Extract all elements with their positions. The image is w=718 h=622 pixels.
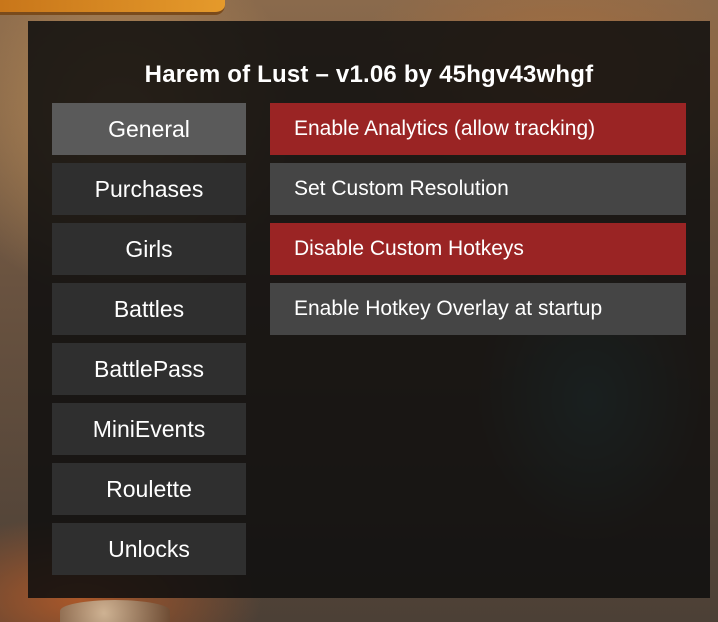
tab-girls[interactable]: Girls — [52, 223, 246, 275]
menu-title: Harem of Lust – v1.06 by 45hgv43whgf — [144, 61, 594, 88]
tab-minievents[interactable]: MiniEvents — [52, 403, 246, 455]
set-custom-resolution-button[interactable]: Set Custom Resolution — [270, 163, 686, 215]
enable-hotkey-overlay-button[interactable]: Enable Hotkey Overlay at startup — [270, 283, 686, 335]
tab-battlepass[interactable]: BattlePass — [52, 343, 246, 395]
tab-general[interactable]: General — [52, 103, 246, 155]
disable-custom-hotkeys-button[interactable]: Disable Custom Hotkeys — [270, 223, 686, 275]
category-tabs: General Purchases Girls Battles BattlePa… — [52, 103, 246, 583]
background-game-banner — [0, 0, 225, 15]
tab-battles[interactable]: Battles — [52, 283, 246, 335]
tab-unlocks[interactable]: Unlocks — [52, 523, 246, 575]
tab-purchases[interactable]: Purchases — [52, 163, 246, 215]
background-game-object — [60, 600, 170, 622]
enable-analytics-button[interactable]: Enable Analytics (allow tracking) — [270, 103, 686, 155]
mod-menu-panel: Harem of Lust – v1.06 by 45hgv43whgf Gen… — [28, 21, 710, 598]
general-options: Enable Analytics (allow tracking) Set Cu… — [270, 103, 686, 343]
tab-roulette[interactable]: Roulette — [52, 463, 246, 515]
